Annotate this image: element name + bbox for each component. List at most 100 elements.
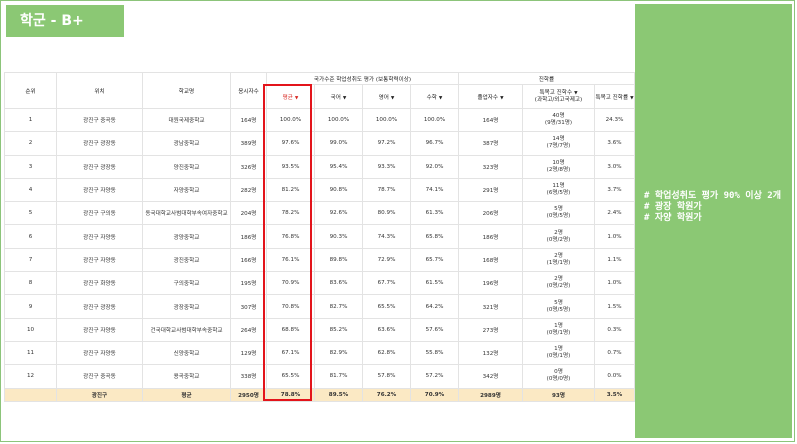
cell-school: 대원국제중학교 [142,107,231,133]
cell-special-count: 5명 (0명/5명) [522,294,595,319]
cell-special-breakdown: (7명/7명) [546,143,571,150]
col-special-count[interactable]: 특목고 진학수 ▼ (과학고/외고국제고) [522,84,595,109]
slide-title: 학군 - B+ [6,5,124,37]
col-math[interactable]: 수학 ▼ [410,84,459,109]
cell-special-total: 2명 [554,229,563,236]
cell-school: 동국대학교사범대학부속여자중학교 [142,201,231,226]
cell-special-breakdown: (6명/5명) [546,190,571,197]
cell-loc: 광진구 자양동 [56,224,143,249]
cell-rate: 1.0% [594,224,635,249]
cell-school: 신양중학교 [142,340,231,366]
cell-eng: 67.7% [362,271,411,296]
cell-math: 64.2% [410,294,459,319]
col-school: 학교명 [142,72,231,109]
average-column-highlight [263,84,312,401]
cell-rate: 0.3% [594,317,635,342]
cell-grad: 321명 [458,294,523,319]
cell-rank: 2 [4,131,57,156]
table-row: 6 광진구 자양동 광양중학교 186명 76.8% 90.3% 74.3% 65.8% 186… [4,224,635,249]
cell-special-breakdown: (0명/5명) [546,213,571,220]
footer-cell: 3.5% [594,387,635,402]
cell-rate: 1.0% [594,271,635,296]
cell-takers: 186명 [230,224,267,249]
cell-rank: 4 [4,177,57,203]
cell-special-breakdown: (0명/0명) [546,376,571,383]
table-row: 4 광진구 자양동 자양중학교 282명 81.2% 90.8% 78.7% 74.1% 291… [4,177,635,203]
cell-takers: 264명 [230,317,267,342]
col-graduates[interactable]: 졸업자수 ▼ [458,84,523,109]
cell-eng: 57.8% [362,364,411,389]
cell-special-total: 1명 [554,322,563,329]
cell-loc: 광진구 자양동 [56,177,143,203]
cell-grad: 168명 [458,247,523,273]
cell-school: 구의중학교 [142,271,231,296]
cell-loc: 광진구 자양동 [56,317,143,342]
footer-cell: 평균 [142,387,231,402]
cell-special-count: 11명 (6명/5명) [522,177,595,203]
cell-kor: 83.6% [314,271,363,296]
cell-takers: 129명 [230,340,267,366]
cell-takers: 282명 [230,177,267,203]
cell-special-count: 1명 (0명/1명) [522,340,595,366]
sort-caret-icon: ▼ [574,90,578,96]
cell-special-breakdown: (0명/1명) [546,329,571,336]
cell-special-count: 2명 (0명/2명) [522,224,595,249]
cell-math: 57.2% [410,364,459,389]
cell-school: 양진중학교 [142,154,231,179]
cell-rank: 11 [4,340,57,366]
cell-loc: 광진구 광장동 [56,154,143,179]
cell-kor: 85.2% [314,317,363,342]
cell-grad: 323명 [458,154,523,179]
cell-math: 61.3% [410,201,459,226]
col-korean[interactable]: 국어 ▼ [314,84,363,109]
col-test-takers: 응시자수 [230,72,267,109]
cell-rank: 3 [4,154,57,179]
cell-special-total: 11명 [552,183,565,190]
cell-takers: 307명 [230,294,267,319]
cell-loc: 광진구 광장동 [56,294,143,319]
cell-special-count: 5명 (0명/5명) [522,201,595,226]
cell-special-total: 2명 [554,252,563,259]
col-english[interactable]: 영어 ▼ [362,84,411,109]
cell-math: 61.5% [410,271,459,296]
cell-rank: 12 [4,364,57,389]
footer-cell [4,387,57,402]
cell-loc: 광진구 화양동 [56,271,143,296]
cell-school: 자양중학교 [142,177,231,203]
cell-grad: 186명 [458,224,523,249]
cell-special-breakdown: (0명/1명) [546,353,571,360]
cell-kor: 92.6% [314,201,363,226]
col-english-label: 영어 [378,94,389,101]
table-row: 8 광진구 화양동 구의중학교 195명 70.9% 83.6% 67.7% 61.5% 196… [4,271,635,296]
cell-grad: 196명 [458,271,523,296]
col-special-rate[interactable]: 특목고 진학률 ▼ [594,84,635,109]
cell-eng: 80.9% [362,201,411,226]
cell-math: 96.7% [410,131,459,156]
cell-kor: 81.7% [314,364,363,389]
table-row: 3 광진구 광장동 양진중학교 326명 93.5% 95.4% 93.3% 92.0% 323… [4,154,635,179]
cell-special-breakdown: (0명/2명) [546,236,571,243]
cell-math: 100.0% [410,107,459,133]
cell-takers: 166명 [230,247,267,273]
footer-cell: 광진구 [56,387,143,402]
cell-eng: 72.9% [362,247,411,273]
sort-caret-icon: ▼ [390,95,395,101]
cell-kor: 90.3% [314,224,363,249]
school-table: 순위 위치 학교명 응시자수 국가수준 학업성취도 평가 (보통학력이상) 진학… [4,72,635,402]
cell-loc: 광진구 자양동 [56,247,143,273]
cell-grad: 387명 [458,131,523,156]
table-body: 1 광진구 중곡동 대원국제중학교 164명 100.0% 100.0% 100.0% 100… [4,107,635,389]
cell-eng: 78.7% [362,177,411,203]
cell-rate: 3.7% [594,177,635,203]
cell-rate: 3.6% [594,131,635,156]
cell-kor: 95.4% [314,154,363,179]
cell-eng: 62.8% [362,340,411,366]
cell-school: 광장중학교 [142,294,231,319]
cell-takers: 164명 [230,107,267,133]
col-rank: 순위 [4,72,57,109]
notes-list: # 학업성취도 평가 90% 이상 2개 # 광장 학원가 # 자양 학원가 [644,191,781,224]
cell-loc: 광진구 광장동 [56,131,143,156]
cell-grad: 342명 [458,364,523,389]
average-row: 광진구 평균 2950명 78.8% 89.5% 76.2% 70.9% 298… [4,387,635,402]
footer-cell: 89.5% [314,387,363,402]
